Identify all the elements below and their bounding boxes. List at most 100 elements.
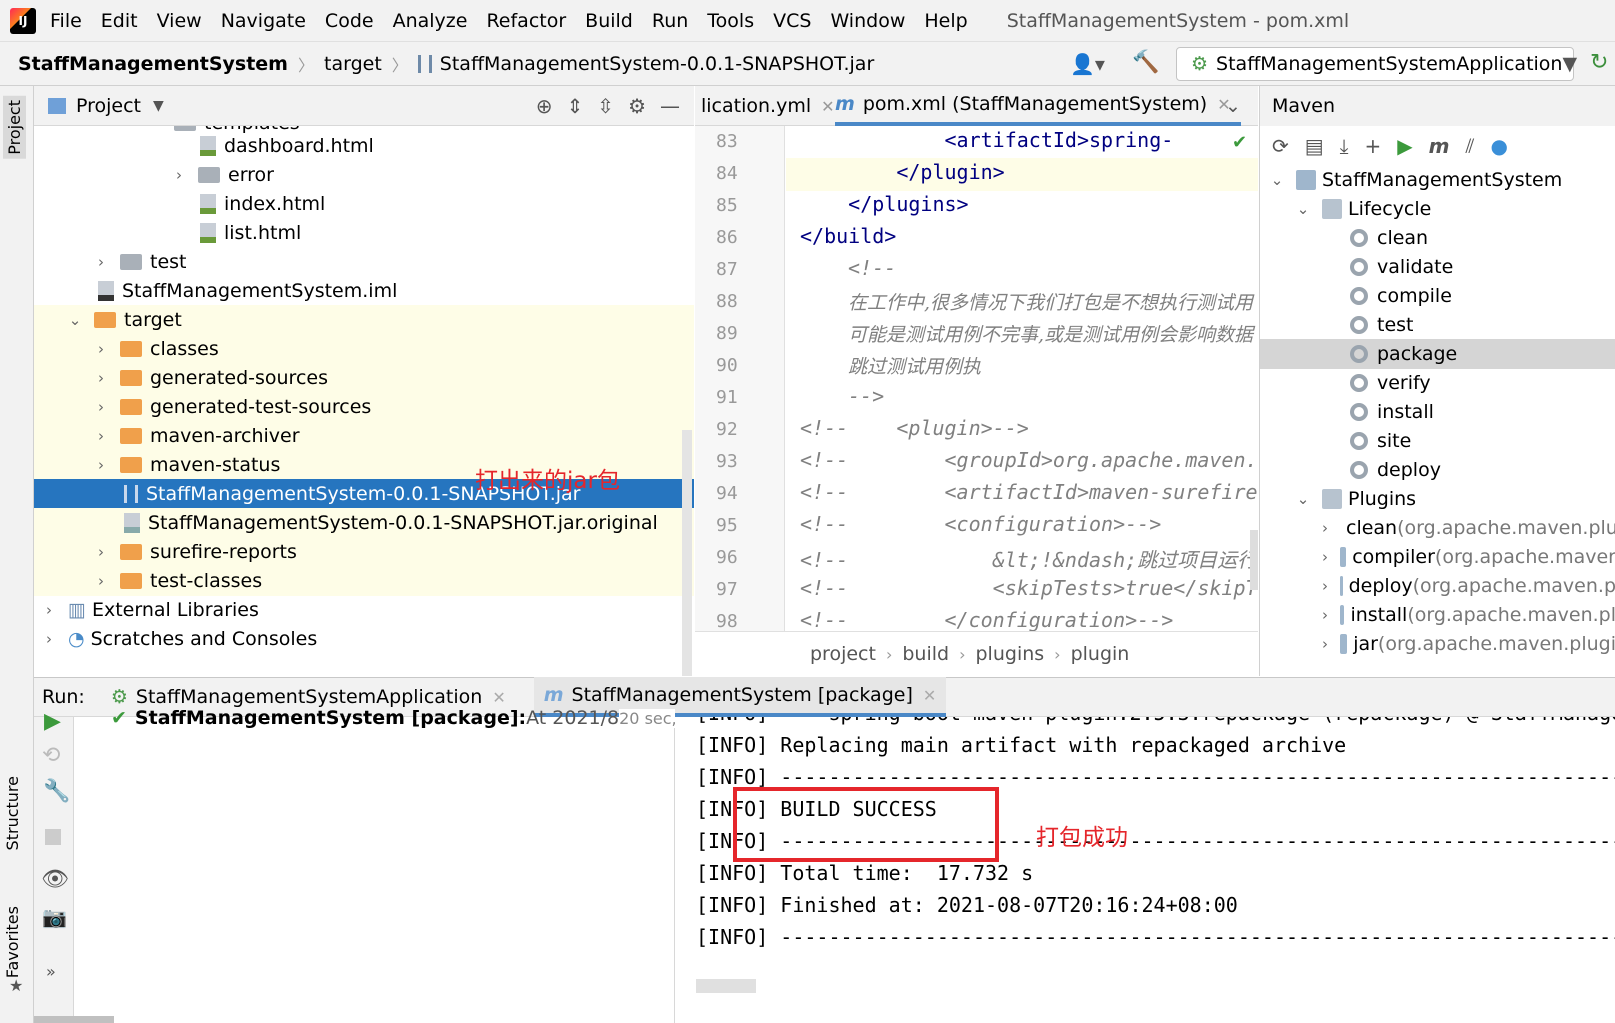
maven-project-row[interactable]: ⌄ StaffManagementSystem [1260,165,1615,195]
project-panel-title[interactable]: Project [76,95,141,117]
chevron-right-icon[interactable]: › [1322,635,1328,653]
chevron-right-icon[interactable]: › [94,427,108,445]
tree-row-test-classes[interactable]: › test-classes [34,566,694,596]
chevron-right-icon[interactable]: › [1322,519,1328,537]
lifecycle-install[interactable]: install [1260,397,1615,427]
skip-tests-icon[interactable]: ● [1490,134,1523,158]
chevron-right-icon[interactable]: › [1322,548,1328,566]
chevron-down-icon[interactable]: ⌄ [1270,171,1284,189]
chevron-right-icon[interactable]: › [42,630,56,648]
tree-row-dashboard-html[interactable]: dashboard.html [34,131,694,161]
chevron-down-icon[interactable]: ⌄ [1296,200,1310,218]
lifecycle-verify[interactable]: verify [1260,368,1615,398]
build-hammer-icon[interactable]: 🔨 [1132,50,1159,75]
lifecycle-clean[interactable]: clean [1260,223,1615,253]
lifecycle-compile[interactable]: compile [1260,281,1615,311]
tree-row-generated-sources[interactable]: › generated-sources [34,363,694,393]
plugin-clean[interactable]: › clean (org.apache.maven.plu [1260,513,1615,543]
breadcrumb-plugin[interactable]: plugin [1071,643,1130,665]
menu-analyze[interactable]: Analyze [393,10,468,32]
tree-row-maven-archiver[interactable]: › maven-archiver [34,421,694,451]
chevron-right-icon[interactable]: › [172,166,186,184]
plugin-deploy[interactable]: › deploy (org.apache.maven.p [1260,571,1615,601]
console-scrollbar[interactable] [696,979,756,993]
bottom-scrollbar[interactable] [34,1016,114,1023]
chevron-right-icon[interactable]: › [42,601,56,619]
menu-file[interactable]: File [50,10,82,32]
chevron-down-icon[interactable]: ⌄ [68,311,82,329]
lifecycle-package[interactable]: package [1260,339,1615,369]
tree-row-snapshot-jar-original[interactable]: StaffManagementSystem-0.0.1-SNAPSHOT.jar… [34,508,694,538]
menu-navigate[interactable]: Navigate [221,10,306,32]
lifecycle-test[interactable]: test [1260,310,1615,340]
user-icon[interactable]: 👤▾ [1070,52,1105,76]
console-output[interactable]: [INFO] --- spring-boot-maven-plugin:2.5.… [676,717,1615,1023]
menu-edit[interactable]: Edit [101,10,138,32]
tree-row-list-html[interactable]: list.html [34,218,694,248]
favorites-tool-tab[interactable]: Favorites [3,906,22,978]
chevron-down-icon[interactable]: ▼ [153,98,164,114]
editor-code-area[interactable]: <artifactId>spring- </plugin> </plugins>… [790,126,1258,631]
tree-row-test[interactable]: › test [34,247,694,277]
chevron-right-icon[interactable]: › [94,543,108,561]
plugin-install[interactable]: › install (org.apache.maven.pl [1260,600,1615,630]
chevron-right-icon[interactable]: › [94,572,108,590]
add-icon[interactable]: + [1365,134,1398,158]
download-icon[interactable]: ⤓ [1340,134,1365,158]
structure-tool-tab[interactable]: Structure [3,776,22,850]
close-icon[interactable]: ✕ [923,686,936,705]
menu-run[interactable]: Run [652,10,688,32]
menu-view[interactable]: View [157,10,202,32]
chevron-right-icon[interactable]: › [94,456,108,474]
run-icon[interactable]: ▶ [1397,134,1428,158]
camera-icon[interactable]: 📷 [42,905,67,929]
tree-row-error[interactable]: › error [34,160,694,190]
maven-lifecycle-row[interactable]: ⌄ Lifecycle [1260,194,1615,224]
tab-application-yml[interactable]: lication.yml ✕ [701,86,835,126]
lifecycle-deploy[interactable]: deploy [1260,455,1615,485]
menu-build[interactable]: Build [585,10,633,32]
menu-help[interactable]: Help [924,10,967,32]
rerun-failed-icon[interactable]: ⟲ [42,743,60,768]
minimize-icon[interactable]: — [660,94,694,118]
breadcrumb-project[interactable]: StaffManagementSystem [18,53,288,75]
chevron-right-icon[interactable]: › [94,340,108,358]
chevron-down-icon[interactable]: ⌄ [1296,490,1310,508]
tree-row-scratches[interactable]: › ◔ Scratches and Consoles [34,624,694,654]
tree-row-external-libraries[interactable]: › ▥ External Libraries [34,595,694,625]
run-task-row[interactable]: ✔ StaffManagementSystem [package]: At 20… [111,703,675,733]
chevron-right-icon[interactable]: › [1322,577,1328,595]
chevron-right-icon[interactable]: › [94,253,108,271]
chevron-right-icon[interactable]: › [1322,606,1328,624]
lifecycle-site[interactable]: site [1260,426,1615,456]
menu-tools[interactable]: Tools [707,10,754,32]
maven-goal-icon[interactable]: m [1429,134,1466,158]
menu-refactor[interactable]: Refactor [486,10,566,32]
tree-row-iml[interactable]: StaffManagementSystem.iml [34,276,694,306]
close-icon[interactable]: ✕ [821,97,834,116]
tree-row-index-html[interactable]: index.html [34,189,694,219]
editor-scrollbar[interactable] [1250,530,1258,590]
gear-icon[interactable]: ⚙ [628,94,660,118]
breadcrumb-target[interactable]: target [324,53,382,75]
tree-row-target[interactable]: ⌄ target [34,305,694,335]
expand-all-icon[interactable]: ⇕ [567,94,598,118]
breadcrumb-jar[interactable]: StaffManagementSystem-0.0.1-SNAPSHOT.jar [440,53,874,75]
maven-panel-title[interactable]: Maven [1272,95,1335,117]
breadcrumb-plugins[interactable]: plugins [976,643,1045,665]
menu-code[interactable]: Code [325,10,374,32]
tree-row-generated-test-sources[interactable]: › generated-test-sources [34,392,694,422]
rerun-icon[interactable]: ↻ [1590,50,1608,75]
tree-row-classes[interactable]: › classes [34,334,694,364]
tab-pom-xml[interactable]: m pom.xml (StaffManagementSystem) ✕ [835,86,1241,126]
plugin-compiler[interactable]: › compiler (org.apache.maver [1260,542,1615,572]
menu-window[interactable]: Window [830,10,905,32]
menu-vcs[interactable]: VCS [773,10,811,32]
lifecycle-validate[interactable]: validate [1260,252,1615,282]
chevron-right-icon[interactable]: › [94,369,108,387]
wrench-icon[interactable]: 🔧 [43,779,70,804]
toggle-offline-icon[interactable]: ⫽ [1466,134,1491,158]
breadcrumb-build[interactable]: build [902,643,949,665]
project-tool-tab[interactable]: Project [3,96,26,159]
tree-row-surefire-reports[interactable]: › surefire-reports [34,537,694,567]
